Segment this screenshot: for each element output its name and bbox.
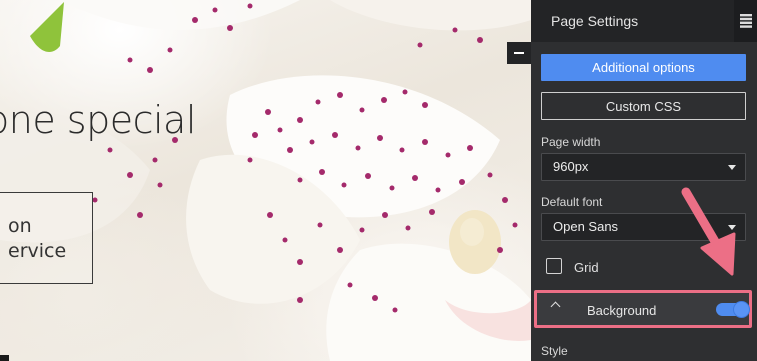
toggle-knob [733, 301, 750, 318]
background-section-label: Background [587, 303, 657, 318]
panel-title: Page Settings [551, 13, 639, 29]
panel-header: Page Settings [531, 0, 757, 42]
page-width-label: Page width [541, 135, 601, 149]
default-font-label: Default font [541, 195, 603, 209]
chevron-down-icon [728, 165, 736, 170]
page-width-value: 960px [553, 159, 589, 174]
list-icon [739, 14, 752, 28]
grid-checkbox[interactable] [546, 258, 562, 274]
orchid-background-image [0, 0, 531, 361]
background-section-header[interactable]: Background [534, 290, 752, 328]
page-settings-panel: Page Settings Additional options Custom … [531, 0, 757, 361]
additional-options-button[interactable]: Additional options [541, 54, 746, 81]
hero-heading: one special [0, 98, 196, 142]
page-preview-canvas[interactable]: one special on ervice [0, 0, 531, 361]
hero-box-text: on ervice [8, 215, 67, 262]
canvas-edge-bar [0, 355, 9, 361]
panel-tab-layers[interactable] [734, 0, 757, 42]
style-label: Style [541, 344, 568, 358]
page-width-select[interactable]: 960px [541, 153, 746, 181]
default-font-value: Open Sans [553, 219, 619, 234]
chevron-up-icon [550, 301, 561, 312]
custom-css-button[interactable]: Custom CSS [541, 92, 746, 120]
background-toggle[interactable] [716, 301, 750, 318]
collapse-panel-button[interactable] [507, 42, 531, 64]
annotation-arrow-icon [681, 187, 736, 276]
minus-icon [514, 52, 524, 54]
grid-checkbox-label: Grid [574, 260, 599, 275]
